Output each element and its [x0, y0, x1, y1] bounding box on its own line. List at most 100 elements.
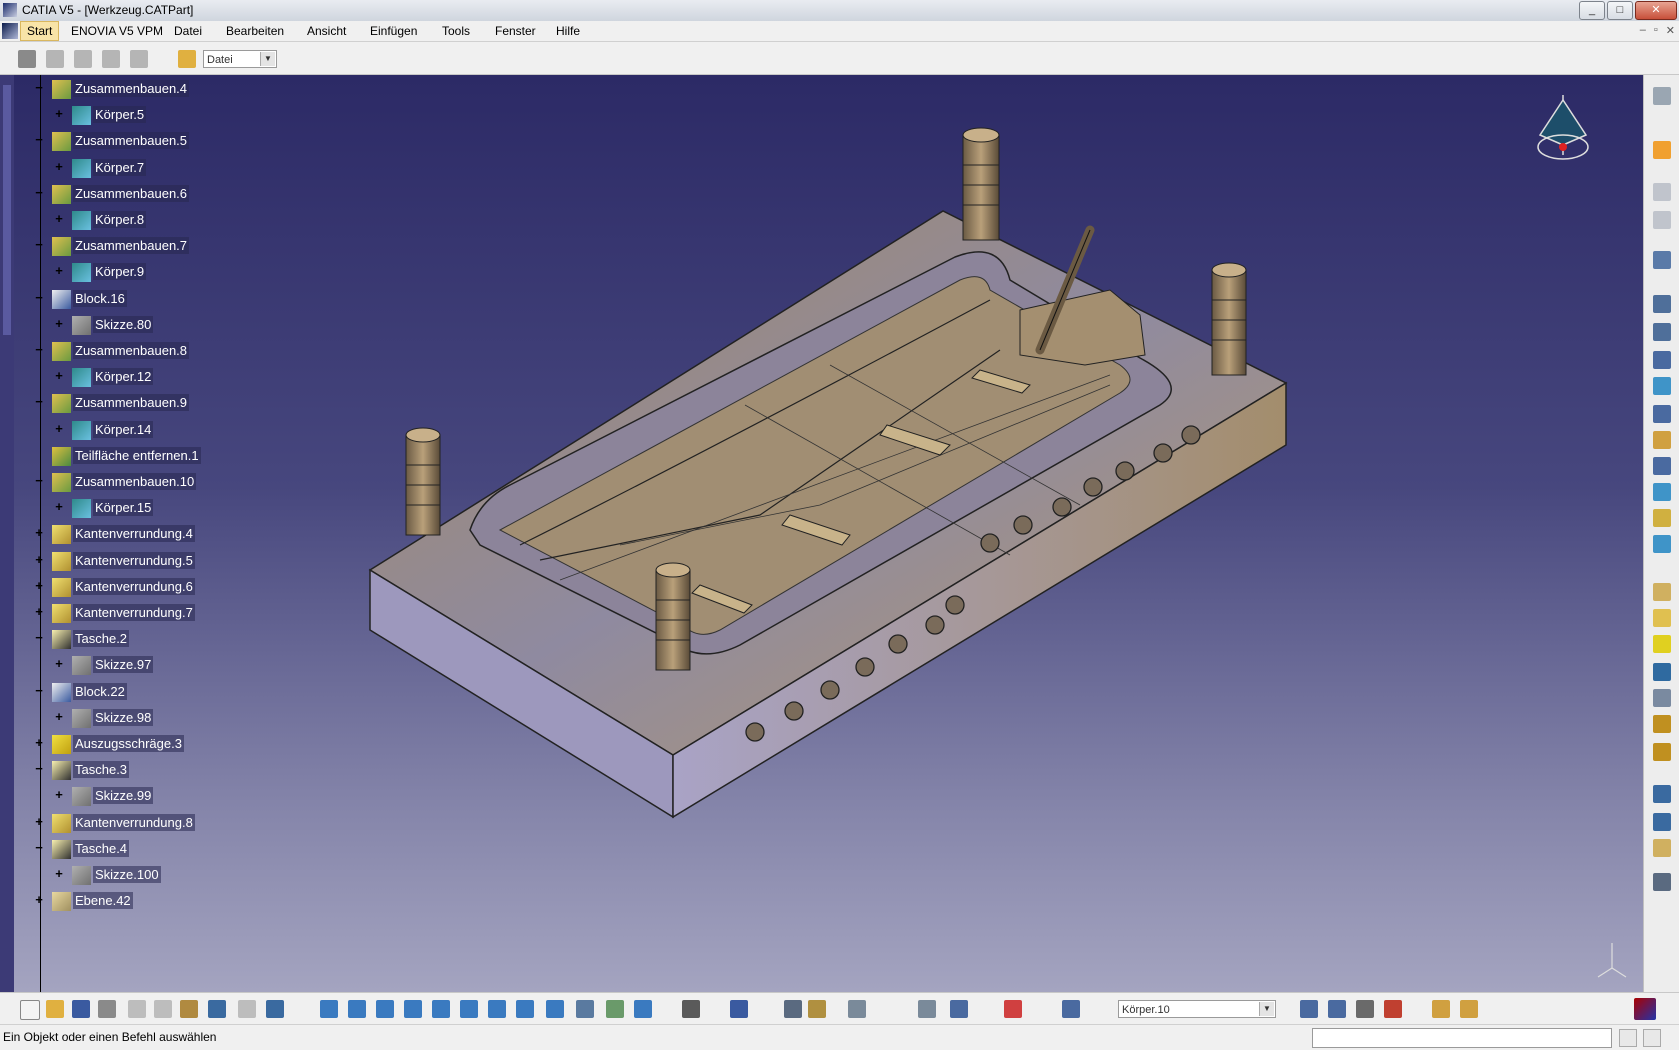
- grid-icon[interactable]: [950, 1000, 968, 1018]
- tree-node-label[interactable]: Auszugsschräge.3: [73, 735, 184, 752]
- tree-node-label[interactable]: Skizze.98: [93, 709, 154, 726]
- tree-node-label[interactable]: Skizze.80: [93, 316, 154, 333]
- file-combo[interactable]: Datei ▼: [203, 50, 277, 68]
- rotate-icon[interactable]: [404, 1000, 422, 1018]
- iso-view-icon[interactable]: [546, 1000, 564, 1018]
- shell-icon[interactable]: [1653, 663, 1671, 681]
- publication-icon[interactable]: [1432, 1000, 1450, 1018]
- sketcher-icon[interactable]: [1653, 251, 1671, 269]
- collapse-icon[interactable]: −: [34, 841, 44, 854]
- fit-all-icon[interactable]: [348, 1000, 366, 1018]
- menu-fenster[interactable]: Fenster: [489, 21, 542, 41]
- stiffener-icon[interactable]: [1653, 509, 1671, 527]
- line-icon[interactable]: [1653, 813, 1671, 831]
- collapse-icon[interactable]: −: [34, 133, 44, 146]
- menu-ansicht[interactable]: Ansicht: [301, 21, 352, 41]
- print-icon[interactable]: [98, 1000, 116, 1018]
- tree-node-label[interactable]: Körper.9: [93, 263, 147, 280]
- tree-node-label[interactable]: Zusammenbauen.5: [73, 132, 190, 149]
- collapse-icon[interactable]: −: [34, 186, 44, 199]
- hide-show-icon[interactable]: [606, 1000, 624, 1018]
- tree-node-label[interactable]: Teilfläche entfernen.1: [73, 447, 201, 464]
- copy-icon[interactable]: [154, 1000, 172, 1018]
- zoom-out-icon[interactable]: [460, 1000, 478, 1018]
- shaft-icon[interactable]: [1653, 351, 1671, 369]
- tree-node-label[interactable]: Kantenverrundung.5: [73, 552, 195, 569]
- tree-node-label[interactable]: Tasche.4: [73, 840, 130, 857]
- plane-icon[interactable]: [1653, 839, 1671, 857]
- tree-node-label[interactable]: Tasche.3: [73, 761, 130, 778]
- select-arrow-icon[interactable]: [1653, 141, 1671, 159]
- update-all-icon[interactable]: [1653, 211, 1671, 229]
- tree-node-label[interactable]: Körper.5: [93, 106, 147, 123]
- enovia-refresh-icon[interactable]: [102, 50, 120, 68]
- expand-icon[interactable]: +: [54, 317, 64, 330]
- expand-icon[interactable]: +: [34, 605, 44, 618]
- scroll-thumb[interactable]: [3, 85, 11, 335]
- menu-hilfe[interactable]: Hilfe: [550, 21, 586, 41]
- expand-icon[interactable]: +: [54, 788, 64, 801]
- pan-icon[interactable]: [376, 1000, 394, 1018]
- tree-node-label[interactable]: Körper.14: [93, 421, 154, 438]
- tree-node-label[interactable]: Skizze.99: [93, 787, 154, 804]
- expand-icon[interactable]: +: [54, 212, 64, 225]
- redo-icon[interactable]: [238, 1000, 256, 1018]
- pattern-icon[interactable]: [1653, 743, 1671, 761]
- mdi-minimize-button[interactable]: –: [1640, 24, 1646, 37]
- tree-node-label[interactable]: Block.16: [73, 290, 127, 307]
- expand-icon[interactable]: +: [54, 422, 64, 435]
- measure-icon[interactable]: [1653, 873, 1671, 891]
- plane-select-icon[interactable]: [1062, 1000, 1080, 1018]
- collapse-icon[interactable]: −: [34, 81, 44, 94]
- pad-icon[interactable]: [1653, 295, 1671, 313]
- menu-enovia[interactable]: ENOVIA V5 VPM: [65, 21, 169, 41]
- menu-einfuegen[interactable]: Einfügen: [364, 21, 423, 41]
- tree-node-label[interactable]: Zusammenbauen.4: [73, 80, 190, 97]
- expand-icon[interactable]: +: [54, 867, 64, 880]
- cut-icon[interactable]: [128, 1000, 146, 1018]
- measure-inertia-icon[interactable]: [808, 1000, 826, 1018]
- collapse-icon[interactable]: −: [34, 343, 44, 356]
- tree-node-label[interactable]: Körper.7: [93, 159, 147, 176]
- minimize-button[interactable]: _: [1579, 1, 1605, 20]
- product-structure-icon[interactable]: [18, 50, 36, 68]
- catia-menu-icon[interactable]: [2, 23, 18, 39]
- draft-icon[interactable]: [1653, 635, 1671, 653]
- mdi-restore-button[interactable]: ▫: [1654, 24, 1658, 37]
- tree-node-label[interactable]: Zusammenbauen.8: [73, 342, 190, 359]
- collapse-icon[interactable]: −: [34, 291, 44, 304]
- new-file-icon[interactable]: [20, 1000, 40, 1020]
- hole-icon[interactable]: [1653, 405, 1671, 423]
- menu-bearbeiten[interactable]: Bearbeiten: [220, 21, 290, 41]
- collapse-icon[interactable]: −: [34, 238, 44, 251]
- command-execute-button[interactable]: [1643, 1029, 1661, 1047]
- analysis-icon[interactable]: [848, 1000, 866, 1018]
- expand-icon[interactable]: +: [34, 815, 44, 828]
- point-icon[interactable]: [1653, 785, 1671, 803]
- menu-tools[interactable]: Tools: [436, 21, 476, 41]
- tree-node-label[interactable]: Zusammenbauen.6: [73, 185, 190, 202]
- swap-space-icon[interactable]: [634, 1000, 652, 1018]
- expand-icon[interactable]: +: [54, 710, 64, 723]
- undo-icon[interactable]: [208, 1000, 226, 1018]
- open-icon[interactable]: [46, 1000, 64, 1018]
- menu-start[interactable]: Start: [20, 21, 60, 41]
- collapse-icon[interactable]: −: [34, 474, 44, 487]
- expand-icon[interactable]: +: [34, 736, 44, 749]
- groove-icon[interactable]: [1653, 377, 1671, 395]
- capture-icon[interactable]: [682, 1000, 700, 1018]
- mdi-close-button[interactable]: ✕: [1666, 24, 1675, 37]
- rib-icon[interactable]: [1653, 431, 1671, 449]
- open-folder-icon[interactable]: [178, 50, 196, 68]
- enovia-load-icon[interactable]: [46, 50, 64, 68]
- measure-item-icon[interactable]: [784, 1000, 802, 1018]
- current-body-combo[interactable]: Körper.10 ▼: [1118, 1000, 1276, 1018]
- expand-icon[interactable]: +: [54, 500, 64, 513]
- tree-node-label[interactable]: Kantenverrundung.6: [73, 578, 195, 595]
- axis-system-icon[interactable]: [918, 1000, 936, 1018]
- maximize-button[interactable]: □: [1607, 1, 1633, 20]
- expand-icon[interactable]: +: [54, 369, 64, 382]
- tree-node-label[interactable]: Kantenverrundung.4: [73, 525, 195, 542]
- multi-section-icon[interactable]: [1653, 483, 1671, 501]
- menu-datei[interactable]: Datei: [168, 21, 208, 41]
